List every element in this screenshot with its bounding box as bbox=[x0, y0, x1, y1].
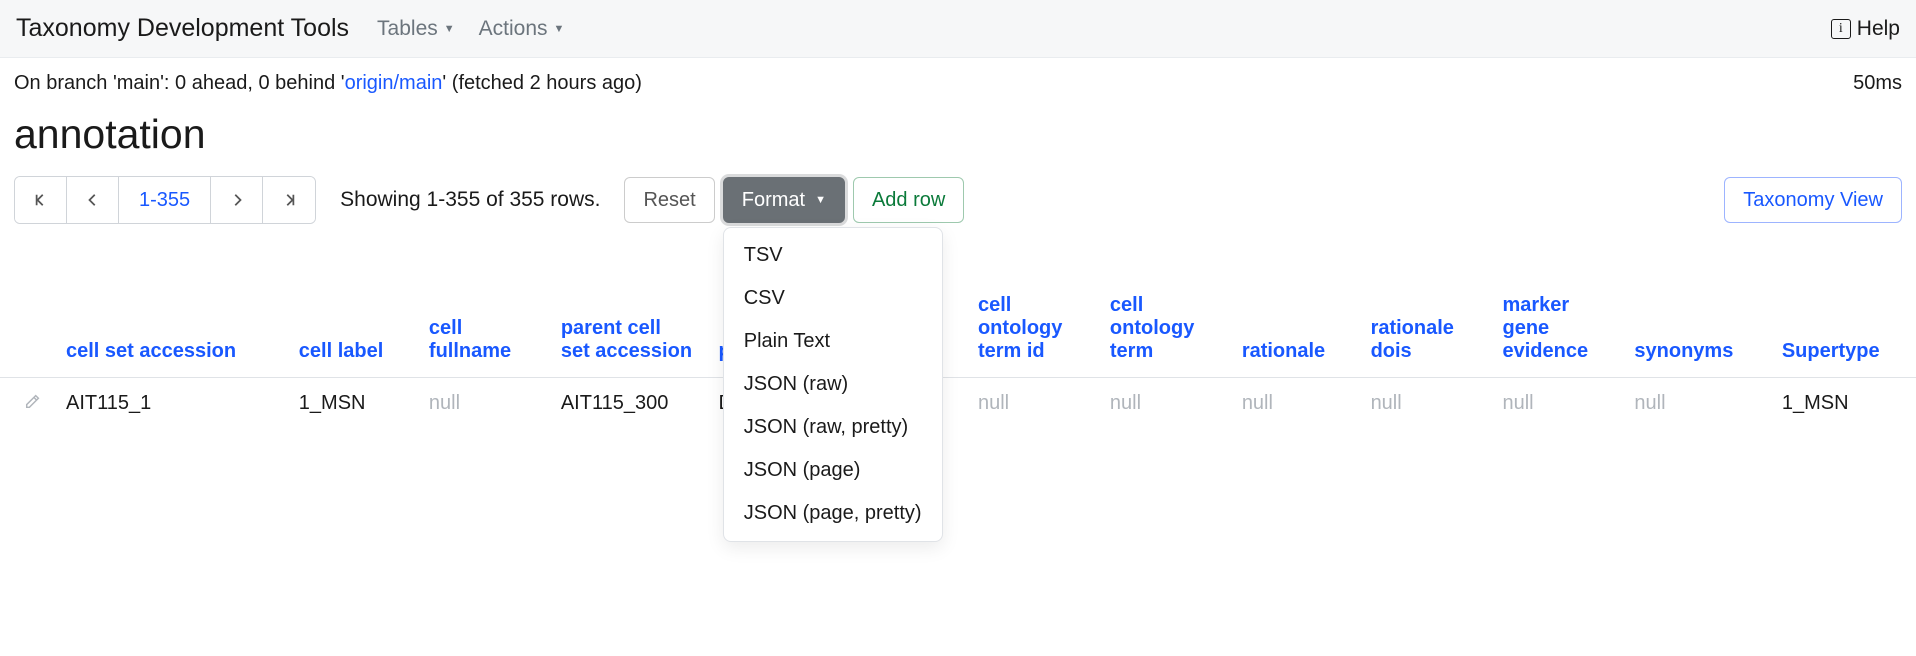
first-page-button[interactable] bbox=[15, 177, 67, 223]
next-page-button[interactable] bbox=[211, 177, 263, 223]
col-rationale-dois[interactable]: rationale dois bbox=[1359, 284, 1491, 378]
chevron-first-icon bbox=[34, 193, 48, 207]
col-rationale[interactable]: rationale bbox=[1230, 284, 1359, 378]
cell-value: AIT115_300 bbox=[549, 378, 707, 431]
cell-value: 1_MSN bbox=[1770, 378, 1916, 431]
reset-button[interactable]: Reset bbox=[624, 177, 714, 223]
format-option-json-page-pretty[interactable]: JSON (page, pretty) bbox=[724, 492, 942, 535]
col-parent-accession[interactable]: parent cell set accession bbox=[549, 284, 707, 378]
nav-tables[interactable]: Tables ▼ bbox=[377, 17, 455, 41]
format-option-json-raw-pretty[interactable]: JSON (raw, pretty) bbox=[724, 406, 942, 449]
pager: 1-355 bbox=[14, 176, 316, 224]
col-marker-gene[interactable]: marker gene evidence bbox=[1490, 284, 1622, 378]
navbar: Taxonomy Development Tools Tables ▼ Acti… bbox=[0, 0, 1916, 58]
pencil-icon bbox=[24, 392, 42, 410]
chevron-last-icon bbox=[282, 193, 296, 207]
cell-null: null bbox=[417, 378, 549, 431]
format-option-json-raw[interactable]: JSON (raw) bbox=[724, 363, 942, 406]
info-icon: i bbox=[1831, 19, 1851, 39]
toolbar: 1-355 Showing 1-355 of 355 rows. Reset F… bbox=[0, 176, 1916, 224]
chevron-down-icon: ▼ bbox=[444, 23, 455, 35]
data-table-wrap: cell set accession cell label cell fulln… bbox=[0, 284, 1916, 430]
format-dropdown: TSV CSV Plain Text JSON (raw) JSON (raw,… bbox=[723, 227, 943, 542]
last-page-button[interactable] bbox=[263, 177, 315, 223]
chevron-down-icon: ▼ bbox=[815, 194, 826, 206]
col-cell-set-accession[interactable]: cell set accession bbox=[54, 284, 287, 378]
col-ontology-id[interactable]: cell ontology term id bbox=[966, 284, 1098, 378]
nav-actions[interactable]: Actions ▼ bbox=[479, 17, 565, 41]
page-title: annotation bbox=[0, 103, 1916, 176]
app-title: Taxonomy Development Tools bbox=[16, 14, 349, 43]
cell-value: AIT115_1 bbox=[54, 378, 287, 431]
table-header-row: cell set accession cell label cell fulln… bbox=[0, 284, 1916, 378]
col-cell-label[interactable]: cell label bbox=[287, 284, 417, 378]
remote-branch-link[interactable]: origin/main bbox=[345, 72, 443, 94]
timing-text: 50ms bbox=[1853, 72, 1902, 95]
format-button[interactable]: Format ▼ bbox=[723, 177, 845, 223]
format-option-json-page[interactable]: JSON (page) bbox=[724, 449, 942, 492]
cell-null: null bbox=[1098, 378, 1230, 431]
format-option-plain[interactable]: Plain Text bbox=[724, 320, 942, 363]
data-table: cell set accession cell label cell fulln… bbox=[0, 284, 1916, 430]
col-synonyms[interactable]: synonyms bbox=[1622, 284, 1769, 378]
chevron-left-icon bbox=[86, 193, 100, 207]
cell-null: null bbox=[1490, 378, 1622, 431]
status-bar: On branch 'main': 0 ahead, 0 behind 'ori… bbox=[0, 58, 1916, 103]
format-option-tsv[interactable]: TSV bbox=[724, 234, 942, 277]
table-row: AIT115_1 1_MSN null AIT115_300 D1-Matrix… bbox=[0, 378, 1916, 431]
col-supertype[interactable]: Supertype bbox=[1770, 284, 1916, 378]
col-edit bbox=[0, 284, 54, 378]
add-row-button[interactable]: Add row bbox=[853, 177, 964, 223]
help-link[interactable]: i Help bbox=[1831, 17, 1900, 41]
branch-status: On branch 'main': 0 ahead, 0 behind 'ori… bbox=[14, 72, 642, 95]
col-cell-fullname[interactable]: cell fullname bbox=[417, 284, 549, 378]
cell-null: null bbox=[966, 378, 1098, 431]
format-option-csv[interactable]: CSV bbox=[724, 277, 942, 320]
row-count-text: Showing 1-355 of 355 rows. bbox=[340, 188, 600, 212]
cell-value: 1_MSN bbox=[287, 378, 417, 431]
edit-row-button[interactable] bbox=[0, 378, 54, 431]
chevron-right-icon bbox=[230, 193, 244, 207]
page-range-button[interactable]: 1-355 bbox=[119, 177, 211, 223]
col-ontology-term[interactable]: cell ontology term bbox=[1098, 284, 1230, 378]
cell-null: null bbox=[1622, 378, 1769, 431]
prev-page-button[interactable] bbox=[67, 177, 119, 223]
taxonomy-view-button[interactable]: Taxonomy View bbox=[1724, 177, 1902, 223]
cell-null: null bbox=[1359, 378, 1491, 431]
cell-null: null bbox=[1230, 378, 1359, 431]
chevron-down-icon: ▼ bbox=[554, 23, 565, 35]
